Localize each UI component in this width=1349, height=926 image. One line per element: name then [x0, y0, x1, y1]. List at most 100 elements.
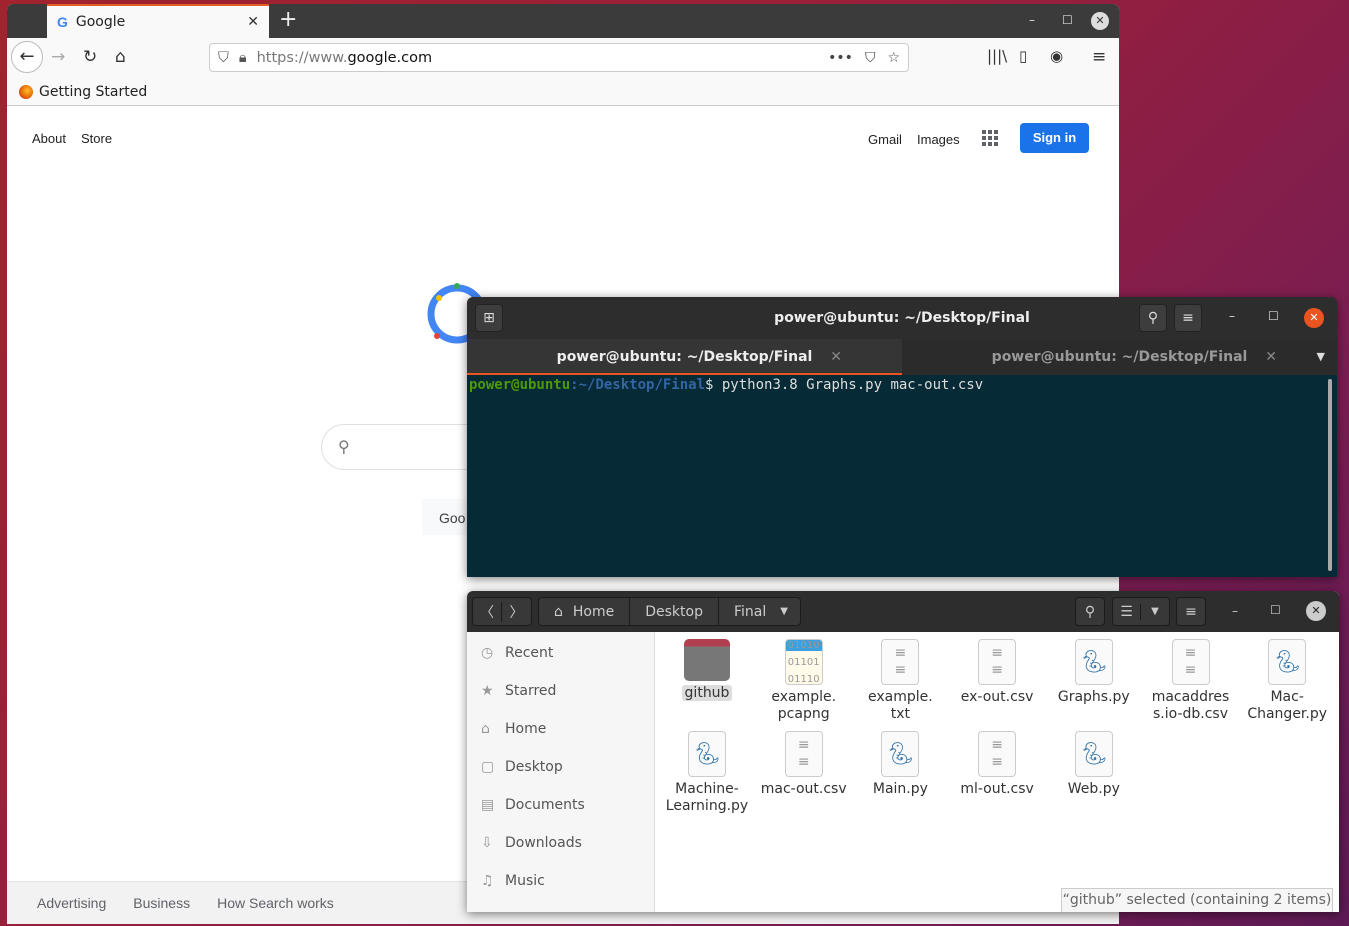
- maximize-button[interactable]: ☐: [1270, 603, 1281, 617]
- new-tab-button[interactable]: +: [279, 7, 297, 32]
- menu-button[interactable]: ≡: [1176, 597, 1206, 626]
- chevron-down-icon[interactable]: ▼: [1141, 606, 1169, 617]
- how-search-works-link[interactable]: How Search works: [217, 895, 334, 911]
- files-window: 〈〉 ⌂ Home Desktop Final ▼ ⚲ ☰ ▼ ≡ – ☐ ✕ ◷ Re…: [467, 591, 1339, 912]
- sidebar-label: Starred: [505, 683, 557, 699]
- maximize-button[interactable]: ☐: [1062, 13, 1073, 27]
- forward-button[interactable]: 〉: [502, 602, 531, 622]
- sidebar-item-downloads[interactable]: ⇩ Downloads: [481, 835, 582, 851]
- bookmark-getting-started[interactable]: Getting Started: [39, 84, 147, 100]
- file-item[interactable]: 🐍︎ Mac- Changer.py: [1239, 639, 1335, 723]
- minimize-button[interactable]: –: [1232, 604, 1238, 618]
- file-item[interactable]: 🐍︎ Machine- Learning.py: [659, 731, 755, 815]
- tab-google[interactable]: G Google ✕: [47, 4, 269, 38]
- terminal-tab-2[interactable]: power@ubuntu: ~/Desktop/Final ✕ ▼: [902, 339, 1337, 375]
- sidebar-item-starred[interactable]: ★ Starred: [481, 683, 556, 699]
- crumb-desktop[interactable]: Desktop: [630, 598, 719, 625]
- file-item[interactable]: 🐍︎ Main.py: [852, 731, 948, 798]
- file-item[interactable]: ≡ ≡ mac-out.csv: [756, 731, 852, 798]
- gmail-link[interactable]: Gmail: [868, 132, 902, 147]
- back-button[interactable]: 〈: [473, 601, 503, 622]
- desktop-icon: ▢: [481, 759, 495, 775]
- advertising-link[interactable]: Advertising: [37, 895, 106, 911]
- sidebar-item-documents[interactable]: ▤ Documents: [481, 797, 585, 813]
- chevron-down-icon[interactable]: ▼: [772, 606, 800, 617]
- file-item[interactable]: 🐍︎ Graphs.py: [1046, 639, 1142, 706]
- url-bar[interactable]: ⛉ 🔒︎ https://www. google.com ••• ⛉ ☆: [209, 43, 909, 72]
- file-name: ex-out.csv: [960, 689, 1034, 705]
- lock-icon[interactable]: 🔒︎: [239, 50, 247, 66]
- document-icon: ▤: [481, 797, 495, 813]
- terminal-tab-1[interactable]: power@ubuntu: ~/Desktop/Final ✕: [467, 339, 902, 375]
- sidebar-item-music[interactable]: ♫ Music: [481, 873, 545, 889]
- clock-icon: ◷: [481, 645, 494, 661]
- library-icon[interactable]: |||\: [987, 47, 1007, 65]
- sidebar-icon[interactable]: ▯: [1019, 47, 1027, 65]
- about-link[interactable]: About: [32, 131, 66, 146]
- python-file-icon: 🐍︎: [1268, 639, 1307, 685]
- file-name: github: [681, 685, 733, 701]
- status-bar: “github” selected (containing 2 items): [1061, 888, 1333, 912]
- minimize-button[interactable]: –: [1229, 309, 1235, 323]
- business-link[interactable]: Business: [133, 895, 190, 911]
- reload-button[interactable]: ↻: [83, 47, 97, 67]
- pocket-icon[interactable]: ⛉: [865, 50, 876, 66]
- search-button[interactable]: ⚲: [1075, 597, 1105, 626]
- file-name: Machine- Learning.py: [665, 781, 749, 814]
- crumb-final[interactable]: Final: [719, 598, 772, 625]
- star-icon: ★: [481, 683, 494, 699]
- file-item[interactable]: 🐍︎ Web.py: [1046, 731, 1142, 798]
- scrollbar[interactable]: [1328, 379, 1332, 571]
- sign-in-button[interactable]: Sign in: [1020, 123, 1089, 153]
- sidebar-item-home[interactable]: ⌂ Home: [481, 721, 546, 737]
- search-icon: ⚲: [338, 437, 350, 456]
- history-nav: 〈〉: [472, 597, 532, 626]
- terminal-output[interactable]: power@ubuntu:~/Desktop/Final$ python3.8 …: [467, 375, 1337, 577]
- file-item[interactable]: ≡ ≡ example. txt: [852, 639, 948, 723]
- file-name: Web.py: [1067, 781, 1120, 797]
- file-item[interactable]: github: [659, 639, 755, 702]
- url-prefix: https://www.: [256, 49, 348, 66]
- back-button[interactable]: ←: [11, 41, 43, 73]
- account-icon[interactable]: ◉: [1050, 47, 1063, 65]
- download-icon: ⇩: [481, 835, 493, 851]
- maximize-button[interactable]: ☐: [1268, 309, 1279, 323]
- close-window-button[interactable]: ✕: [1091, 12, 1109, 30]
- python-file-icon: 🐍︎: [1074, 731, 1113, 777]
- forward-button[interactable]: →: [51, 47, 65, 67]
- new-tab-icon[interactable]: ⊞: [475, 304, 503, 332]
- minimize-button[interactable]: –: [1029, 13, 1035, 27]
- search-icon[interactable]: ⚲: [1139, 304, 1167, 332]
- file-name: ml-out.csv: [960, 781, 1034, 797]
- file-name: Graphs.py: [1057, 689, 1130, 705]
- close-tab-icon[interactable]: ✕: [1265, 339, 1277, 375]
- tabs-dropdown-icon[interactable]: ▼: [1317, 339, 1325, 375]
- close-button[interactable]: ✕: [1304, 308, 1324, 328]
- command-line: $ python3.8 Graphs.py mac-out.csv: [705, 377, 984, 393]
- images-link[interactable]: Images: [917, 132, 960, 147]
- shield-icon[interactable]: ⛉: [218, 50, 229, 66]
- menu-icon[interactable]: ≡: [1092, 47, 1106, 67]
- more-icon[interactable]: •••: [828, 50, 853, 66]
- store-link[interactable]: Store: [81, 131, 112, 146]
- prompt-path: :~/Desktop/Final: [570, 377, 706, 393]
- sidebar-item-desktop[interactable]: ▢ Desktop: [481, 759, 563, 775]
- file-item[interactable]: ≡ ≡ ml-out.csv: [949, 731, 1045, 798]
- file-name: mac-out.csv: [760, 781, 847, 797]
- close-tab-icon[interactable]: ✕: [247, 14, 259, 30]
- text-file-icon: ≡ ≡: [881, 639, 920, 685]
- prompt-user: power@ubuntu: [469, 377, 571, 393]
- menu-icon[interactable]: ≡: [1174, 304, 1202, 332]
- file-item[interactable]: ≡ ≡ ex-out.csv: [949, 639, 1045, 706]
- home-button[interactable]: ⌂: [115, 47, 126, 67]
- crumb-home[interactable]: ⌂ Home: [539, 598, 631, 625]
- file-item[interactable]: ≡ ≡ macaddres s.io-db.csv: [1143, 639, 1239, 723]
- star-icon[interactable]: ☆: [887, 50, 900, 66]
- nav-bar: ← → ↻ ⌂ ⛉ 🔒︎ https://www. google.com ••• ⛉…: [7, 38, 1119, 78]
- sidebar-item-recent[interactable]: ◷ Recent: [481, 645, 553, 661]
- file-item[interactable]: 01010 01101 01110 example. pcapng: [756, 639, 852, 723]
- apps-grid-icon[interactable]: [982, 130, 998, 146]
- list-view-icon[interactable]: ☰: [1113, 603, 1142, 620]
- close-tab-icon[interactable]: ✕: [830, 339, 842, 375]
- close-button[interactable]: ✕: [1306, 601, 1326, 621]
